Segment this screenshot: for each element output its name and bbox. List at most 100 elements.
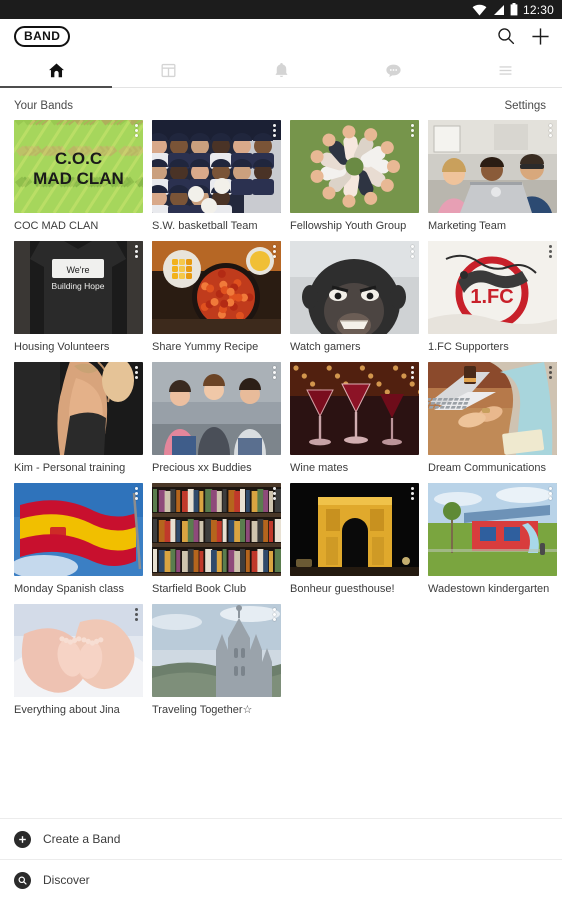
band-name-label: S.W. basketball Team [152, 220, 258, 232]
band-cover-image[interactable] [290, 483, 419, 576]
band-more-options-icon[interactable] [549, 245, 552, 258]
plus-circle-icon [14, 830, 31, 848]
band-more-options-icon[interactable] [273, 487, 276, 500]
band-more-options-icon[interactable] [273, 608, 276, 621]
band-more-options-icon[interactable] [411, 245, 414, 258]
tab-home[interactable] [0, 53, 113, 88]
band-more-options-icon[interactable] [549, 487, 552, 500]
band-more-options-icon[interactable] [273, 245, 276, 258]
band-cover-image[interactable] [14, 604, 143, 697]
band-more-options-icon[interactable] [135, 245, 138, 258]
band-more-options-icon[interactable] [135, 124, 138, 137]
band-cover-image[interactable]: C.O.C MAD CLAN [14, 120, 143, 213]
band-name-label: Everything about Jina [14, 704, 120, 716]
band-name-label: Share Yummy Recipe [152, 341, 259, 353]
band-card[interactable]: We're Building Hope Housing Volunteers [14, 241, 143, 354]
create-a-band-row[interactable]: Create a Band [0, 818, 562, 859]
band-name-label: Dream Communications [428, 462, 546, 474]
band-more-options-icon[interactable] [273, 124, 276, 137]
band-card[interactable]: Kim - Personal training [14, 362, 143, 475]
band-name-label: Kim - Personal training [14, 462, 126, 474]
band-name-label: Monday Spanish class [14, 583, 125, 595]
band-cover-image[interactable] [152, 362, 281, 455]
battery-icon [510, 3, 518, 16]
band-more-options-icon[interactable] [411, 366, 414, 379]
band-cover-image[interactable] [290, 120, 419, 213]
band-cover-image[interactable] [14, 483, 143, 576]
band-cover-image[interactable] [290, 362, 419, 455]
band-card[interactable]: Share Yummy Recipe [152, 241, 281, 354]
band-name-label: Wadestown kindergarten [428, 583, 550, 595]
band-cover-image[interactable]: 1.FC [428, 241, 557, 334]
svg-text:1.FC: 1.FC [470, 286, 513, 308]
tab-more[interactable] [450, 53, 562, 87]
band-more-options-icon[interactable] [135, 608, 138, 621]
band-name-label: 1.FC Supporters [428, 341, 509, 353]
band-more-options-icon[interactable] [135, 366, 138, 379]
band-cover-image[interactable] [152, 241, 281, 334]
discover-label: Discover [43, 873, 90, 887]
band-name-label: Precious xx Buddies [152, 462, 252, 474]
chat-bubble-icon [386, 64, 401, 77]
band-cover-image[interactable] [428, 483, 557, 576]
band-name-label: Fellowship Youth Group [290, 220, 407, 232]
discover-row[interactable]: Discover [0, 859, 562, 900]
grid-bottom-spacer [0, 717, 562, 801]
band-name-label: COC MAD CLAN [14, 220, 99, 232]
band-cover-image[interactable] [14, 362, 143, 455]
band-cover-image[interactable]: We're Building Hope [14, 241, 143, 334]
band-name-label: Starfield Book Club [152, 583, 247, 595]
band-name-label: Wine mates [290, 462, 349, 474]
wifi-icon [472, 4, 487, 15]
news-icon [161, 63, 176, 77]
band-card[interactable]: Everything about Jina [14, 604, 143, 717]
svg-text:C.O.C: C.O.C [55, 149, 102, 168]
band-name-label: Watch gamers [290, 341, 361, 353]
band-cover-image[interactable] [152, 120, 281, 213]
band-card[interactable]: Traveling Together☆ [152, 604, 281, 717]
bottom-actions-list: Create a Band Discover [0, 818, 562, 900]
band-card[interactable]: S.W. basketball Team [152, 120, 281, 233]
signal-icon [493, 4, 504, 15]
search-circle-icon [14, 871, 31, 889]
settings-link[interactable]: Settings [504, 100, 546, 112]
status-bar-icons [472, 3, 518, 16]
band-more-options-icon[interactable] [411, 124, 414, 137]
band-card[interactable]: Precious xx Buddies [152, 362, 281, 475]
band-cover-image[interactable] [428, 362, 557, 455]
band-card[interactable]: Watch gamers [290, 241, 419, 354]
tab-active-indicator [0, 86, 113, 88]
band-card[interactable]: Fellowship Youth Group [290, 120, 419, 233]
status-bar: 12:30 [0, 0, 562, 19]
add-icon[interactable] [531, 27, 550, 46]
band-cover-image[interactable] [290, 241, 419, 334]
svg-text:MAD CLAN: MAD CLAN [33, 169, 124, 188]
tab-bar [0, 53, 562, 88]
band-card[interactable]: Marketing Team [428, 120, 557, 233]
search-icon[interactable] [497, 27, 515, 45]
create-a-band-label: Create a Band [43, 832, 121, 846]
tab-notifications[interactable] [225, 53, 337, 87]
band-card[interactable]: Monday Spanish class [14, 483, 143, 596]
band-cover-image[interactable] [428, 120, 557, 213]
band-cover-image[interactable] [152, 604, 281, 697]
tab-chats[interactable] [337, 53, 449, 87]
band-card[interactable]: Starfield Book Club [152, 483, 281, 596]
band-more-options-icon[interactable] [135, 487, 138, 500]
app-bar-actions [497, 27, 550, 46]
band-card[interactable]: 1.FC 1.FC Supporters [428, 241, 557, 354]
band-more-options-icon[interactable] [411, 487, 414, 500]
tab-feed[interactable] [112, 53, 224, 87]
band-cover-image[interactable] [152, 483, 281, 576]
band-more-options-icon[interactable] [549, 366, 552, 379]
band-logo[interactable]: BAND [14, 25, 71, 47]
band-name-label: Marketing Team [428, 220, 507, 232]
band-name-label: Bonheur guesthouse! [290, 583, 395, 595]
band-card[interactable]: C.O.C MAD CLAN COC MAD CLAN [14, 120, 143, 233]
band-card[interactable]: Dream Communications [428, 362, 557, 475]
band-card[interactable]: Bonheur guesthouse! [290, 483, 419, 596]
band-more-options-icon[interactable] [273, 366, 276, 379]
band-card[interactable]: Wadestown kindergarten [428, 483, 557, 596]
band-more-options-icon[interactable] [549, 124, 552, 137]
band-card[interactable]: Wine mates [290, 362, 419, 475]
